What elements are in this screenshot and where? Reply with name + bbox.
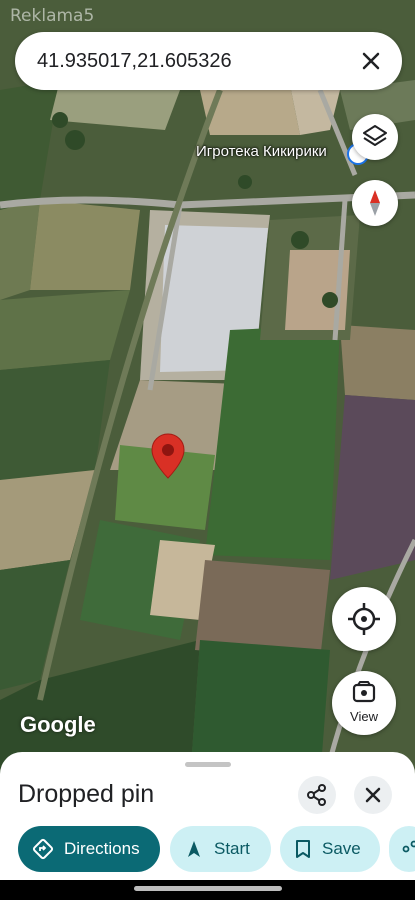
search-input[interactable]: 41.935017,21.605326 (37, 50, 232, 73)
close-icon[interactable] (356, 46, 386, 76)
search-bar[interactable]: 41.935017,21.605326 (15, 32, 402, 90)
navigation-arrow-icon (188, 841, 200, 857)
place-label[interactable]: Игротека Кикирики (196, 143, 327, 160)
close-icon (365, 787, 381, 803)
sheet-title: Dropped pin (18, 780, 155, 808)
drag-handle[interactable] (185, 762, 231, 767)
street-view-icon (352, 681, 376, 703)
google-logo: Google (20, 712, 96, 737)
share-icon (402, 840, 415, 853)
bookmark-icon (296, 840, 310, 858)
save-label: Save (322, 839, 361, 858)
directions-icon (32, 838, 54, 860)
compass-button[interactable] (352, 180, 398, 226)
share-chip-button[interactable] (389, 826, 415, 872)
my-location-button[interactable] (332, 587, 396, 651)
share-icon (307, 784, 326, 806)
dropped-pin-icon[interactable] (151, 433, 185, 479)
system-nav-bar (0, 880, 415, 900)
layers-button[interactable] (352, 114, 398, 160)
start-button[interactable]: Start (170, 826, 271, 872)
view-label: View (350, 709, 378, 724)
start-label: Start (214, 839, 250, 858)
directions-label: Directions (64, 839, 140, 858)
share-button[interactable] (298, 776, 336, 814)
home-indicator[interactable] (134, 886, 282, 891)
bottom-sheet[interactable]: Dropped pin Directions Start Save (0, 752, 415, 880)
save-button[interactable]: Save (280, 826, 380, 872)
layers-icon (363, 125, 387, 146)
directions-button[interactable]: Directions (18, 826, 160, 872)
close-sheet-button[interactable] (354, 776, 392, 814)
status-text: Reklama5 (10, 6, 95, 26)
compass-icon (370, 190, 380, 216)
street-view-button[interactable]: View (332, 671, 396, 735)
status-bar: Reklama5 (0, 0, 415, 28)
my-location-icon (348, 603, 380, 635)
